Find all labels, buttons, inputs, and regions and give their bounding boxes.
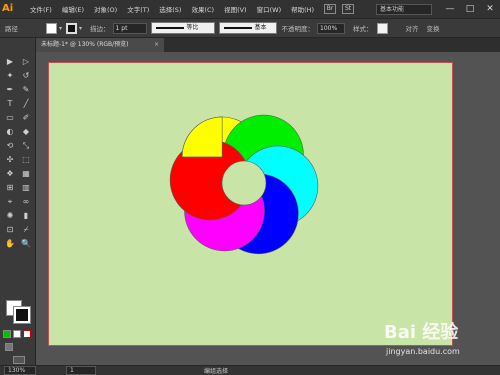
artboard-tool-icon[interactable]: ⊡	[4, 224, 16, 236]
mesh-tool-icon[interactable]: ⊞	[4, 182, 16, 194]
workspace-switcher[interactable]: 基本功能	[376, 4, 432, 15]
swirl-group	[169, 114, 319, 255]
screen-mode-icon[interactable]	[13, 356, 25, 364]
blend-tool-icon[interactable]: ∞	[20, 196, 32, 208]
stock-icon[interactable]: St	[342, 4, 355, 14]
status-bar: 130% 1 编组选择	[0, 365, 500, 375]
variable-width-profile[interactable]: 等比	[150, 22, 215, 34]
magic-wand-tool-icon[interactable]: ✦	[4, 70, 16, 82]
menu-object[interactable]: 对象(O)	[94, 4, 117, 14]
column-graph-tool-icon[interactable]: ▮	[20, 210, 32, 222]
graphic-style-swatch[interactable]	[376, 22, 388, 34]
swirl-petal-overlap	[181, 116, 223, 158]
curvature-tool-icon[interactable]: ✎	[20, 84, 32, 96]
style-label: 样式：	[353, 25, 373, 33]
opacity-label: 不透明度：	[281, 25, 315, 33]
hand-tool-icon[interactable]: ✋	[4, 238, 16, 250]
pen-tool-icon[interactable]: ✒	[4, 84, 16, 96]
menu-window[interactable]: 窗口(W)	[257, 4, 282, 14]
scale-tool-icon[interactable]: ⤡	[20, 140, 32, 152]
line-tool-icon[interactable]: ╱	[20, 98, 32, 110]
chevron-down-icon[interactable]: ▾	[79, 25, 82, 32]
gradient-mode-icon[interactable]	[13, 330, 21, 338]
transform-button[interactable]: 变换	[427, 23, 440, 33]
pencil-tool-icon[interactable]: ✐	[20, 112, 32, 124]
stroke-weight-field[interactable]: 1 pt	[112, 22, 147, 34]
menu-select[interactable]: 选择(S)	[159, 4, 181, 14]
swirl-center-hole	[221, 160, 267, 206]
selection-type-label: 路径	[5, 25, 18, 33]
document-tab-bar: 未标题-1* @ 130% (RGB/预览) ×	[36, 38, 500, 52]
symbol-sprayer-tool-icon[interactable]: ✺	[4, 210, 16, 222]
stroke-color-box[interactable]	[13, 306, 31, 324]
blob-brush-tool-icon[interactable]: ◐	[4, 126, 16, 138]
watermark-brand: Bai 经验	[384, 322, 459, 343]
menu-bar: Ai 文件(F) 编辑(E) 对象(O) 文字(T) 选择(S) 效果(C) 视…	[0, 0, 500, 19]
artboard[interactable]	[48, 62, 453, 346]
zoom-field[interactable]: 130%	[4, 366, 36, 375]
eraser-tool-icon[interactable]: ◆	[20, 126, 32, 138]
chevron-down-icon[interactable]: ▾	[59, 25, 62, 32]
watermark: Bai 经验 jingyan.baidu.com	[380, 318, 496, 366]
type-tool-icon[interactable]: T	[4, 98, 16, 110]
status-mode-text: 编组选择	[204, 368, 229, 375]
stroke-swatch[interactable]	[66, 22, 78, 34]
zoom-tool-icon[interactable]: 🔍	[20, 238, 32, 250]
selection-tool-icon[interactable]: ▶	[4, 56, 16, 68]
rotate-tool-icon[interactable]: ⟲	[4, 140, 16, 152]
maximize-button[interactable]: □	[460, 0, 480, 19]
free-transform-tool-icon[interactable]: ⬚	[20, 154, 32, 166]
app-logo: Ai	[2, 3, 14, 14]
document-tab-title: 未标题-1* @ 130% (RGB/预览)	[41, 41, 129, 48]
menu-file[interactable]: 文件(F)	[30, 4, 52, 14]
brush-definition[interactable]: 基本	[218, 22, 277, 34]
fill-swatch[interactable]	[46, 22, 57, 34]
close-window-button[interactable]: ✕	[480, 0, 500, 19]
direct-selection-tool-icon[interactable]: ▷	[20, 56, 32, 68]
tools-panel: ▶ ▷ ✦ ↺ ✒ ✎ T ╱ ▭ ✐ ◐ ◆ ⟲ ⤡ ✣ ⬚ ❖ ▦ ⊞ ▥ …	[0, 38, 36, 365]
none-mode-icon[interactable]	[23, 330, 31, 338]
illustrator-window: Ai 文件(F) 编辑(E) 对象(O) 文字(T) 选择(S) 效果(C) 视…	[0, 0, 500, 375]
stroke-profile-line-icon	[155, 27, 184, 29]
menu-type[interactable]: 文字(T)	[127, 4, 149, 14]
menu-help[interactable]: 帮助(H)	[291, 4, 314, 14]
brush-line-icon	[223, 27, 252, 29]
draw-mode-icon[interactable]	[5, 343, 13, 351]
artboard-nav-field[interactable]: 1	[66, 366, 96, 375]
bridge-icon[interactable]: Br	[324, 4, 337, 14]
profile-label: 等比	[186, 24, 199, 31]
minimize-button[interactable]: —	[440, 0, 460, 19]
stroke-label: 描边：	[90, 25, 110, 33]
control-bar: 路径 ▾ ▾ 描边： 1 pt 等比 基本 不透明度： 100% 样式： 对齐 …	[0, 19, 500, 38]
lasso-tool-icon[interactable]: ↺	[20, 70, 32, 82]
slice-tool-icon[interactable]: ⌿	[20, 224, 32, 236]
document-tab[interactable]: 未标题-1* @ 130% (RGB/预览) ×	[36, 38, 164, 52]
menu-view[interactable]: 视图(V)	[224, 4, 247, 14]
rainbow-swirl-artwork[interactable]	[49, 63, 454, 347]
menu-edit[interactable]: 编辑(E)	[62, 4, 84, 14]
color-mode-icon[interactable]	[3, 330, 11, 338]
eyedropper-tool-icon[interactable]: ⌖	[4, 196, 16, 208]
shape-builder-tool-icon[interactable]: ❖	[4, 168, 16, 180]
align-button[interactable]: 对齐	[406, 23, 419, 33]
watermark-url: jingyan.baidu.com	[386, 347, 460, 356]
gradient-tool-icon[interactable]: ▥	[20, 182, 32, 194]
opacity-field[interactable]: 100%	[317, 22, 346, 34]
menu-effect[interactable]: 效果(C)	[191, 4, 214, 14]
brush-label: 基本	[254, 24, 267, 31]
rectangle-tool-icon[interactable]: ▭	[4, 112, 16, 124]
puppet-warp-tool-icon[interactable]: ✣	[4, 154, 16, 166]
perspective-grid-tool-icon[interactable]: ▦	[20, 168, 32, 180]
close-icon[interactable]: ×	[154, 38, 159, 52]
